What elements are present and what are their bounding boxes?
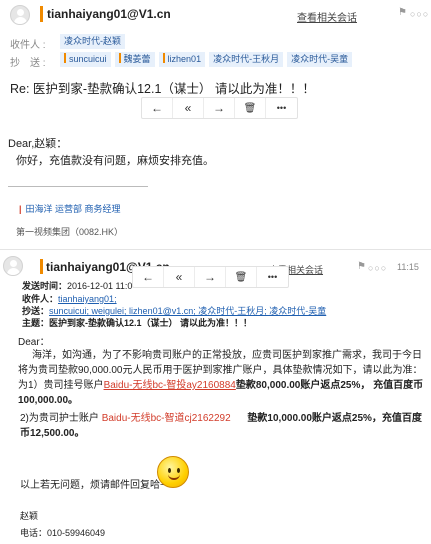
- delete-button[interactable]: 🗑: [235, 98, 266, 118]
- sender-marker: [40, 259, 43, 274]
- account-name: Baidu-无线bc-智道cj2162292: [101, 413, 231, 424]
- reply-all-button[interactable]: «: [164, 267, 195, 287]
- advance-item-1: 为1）贵司挂号账户Baidu-无线bc-智投ay2160884垫款80,000.…: [18, 380, 424, 406]
- quote-sent-line: 发送时间：2016-12-01 11:0: [22, 281, 133, 291]
- trash-icon: 🗑: [234, 271, 248, 283]
- smiley-emoji-icon: [157, 456, 189, 488]
- signature-name: 赵颖: [20, 511, 39, 521]
- account-link[interactable]: Baidu-无线bc-智投ay2160884: [104, 380, 236, 391]
- reply-all-icon: «: [184, 101, 192, 115]
- recipient-chip[interactable]: 凌众时代-赵颖: [60, 34, 125, 49]
- avatar[interactable]: [10, 5, 30, 25]
- forward-button[interactable]: →: [204, 98, 235, 118]
- email-time: 11:15: [397, 262, 419, 272]
- signature-company: 第一视频集团（0082.HK）: [16, 227, 124, 237]
- greeting: Dear,赵颖：: [8, 138, 68, 150]
- email-toolbar: ← « → 🗑 •••: [141, 97, 298, 119]
- trash-icon: 🗑: [243, 102, 257, 114]
- sender-marker: [40, 6, 43, 22]
- cc-chip[interactable]: 凌众时代-王秋月: [209, 52, 284, 67]
- body-paragraph: 海洋，如沟通，为了不影响贵司账户的正常投放，应贵司医护到家推广需求，我司于今日将…: [18, 350, 423, 376]
- signature-divider: [8, 186, 148, 187]
- email-subject: Re: 医护到家-垫款确认12.1（谋士） 请以此为准！！！: [10, 82, 315, 96]
- sender-address[interactable]: tianhaiyang01@V1.cn: [47, 7, 171, 21]
- forward-icon: →: [213, 101, 225, 115]
- more-button[interactable]: •••: [257, 267, 288, 287]
- cc-recipients: suncuicui 魏姜蕾 lizhen01 凌众时代-王秋月 凌众时代-吴童: [60, 51, 356, 67]
- forward-button[interactable]: →: [195, 267, 226, 287]
- more-icon: •••: [276, 103, 287, 113]
- reply-all-icon: «: [175, 270, 183, 284]
- forward-icon: →: [204, 270, 216, 284]
- to-recipients: 凌众时代-赵颖: [60, 33, 129, 49]
- cc-chip[interactable]: 凌众时代-吴童: [287, 52, 353, 67]
- signature-phone: 电话：010-59946049: [20, 528, 106, 538]
- more-dots-icon[interactable]: ○○○: [368, 263, 387, 273]
- dear-line: Dear：: [18, 337, 50, 348]
- more-button[interactable]: •••: [266, 98, 297, 118]
- reply-icon: ←: [151, 101, 163, 115]
- reply-button[interactable]: ←: [142, 98, 173, 118]
- closing-line: 以上若无问题，烦请邮件回复哈~: [20, 480, 166, 491]
- more-dots-icon[interactable]: ○○○: [410, 9, 429, 19]
- delete-button[interactable]: 🗑: [226, 267, 257, 287]
- reply-all-button[interactable]: «: [173, 98, 204, 118]
- email-toolbar: ← « → 🗑 •••: [132, 266, 289, 288]
- advance-item-2: 2)为贵司护士账户 Baidu-无线bc-智道cj2162292 垫款10,00…: [20, 413, 422, 439]
- avatar[interactable]: [3, 256, 23, 276]
- flag-icon[interactable]: ⚑: [357, 261, 366, 272]
- more-icon: •••: [267, 272, 278, 282]
- reply-button[interactable]: ←: [133, 267, 164, 287]
- cc-label: 抄 送 :: [10, 58, 46, 69]
- flag-icon[interactable]: ⚑: [398, 7, 407, 18]
- cc-chip[interactable]: lizhen01: [158, 52, 206, 67]
- cc-chip[interactable]: 魏姜蕾: [114, 52, 155, 67]
- body-text: 你好，充值款没有问题，麻烦安排充值。: [16, 155, 214, 167]
- signature-name: | 田海洋 运营部 商务经理: [19, 204, 121, 214]
- reply-icon: ←: [142, 270, 154, 284]
- email-separator: [0, 249, 431, 250]
- quote-subject-line: 主题：医护到家-垫款确认12.1（谋士） 请以此为准！！！: [22, 318, 253, 328]
- cc-chip[interactable]: suncuicui: [60, 52, 111, 67]
- view-conversation-link[interactable]: 查看相关会话: [297, 9, 357, 24]
- to-label: 收件人 :: [10, 40, 46, 51]
